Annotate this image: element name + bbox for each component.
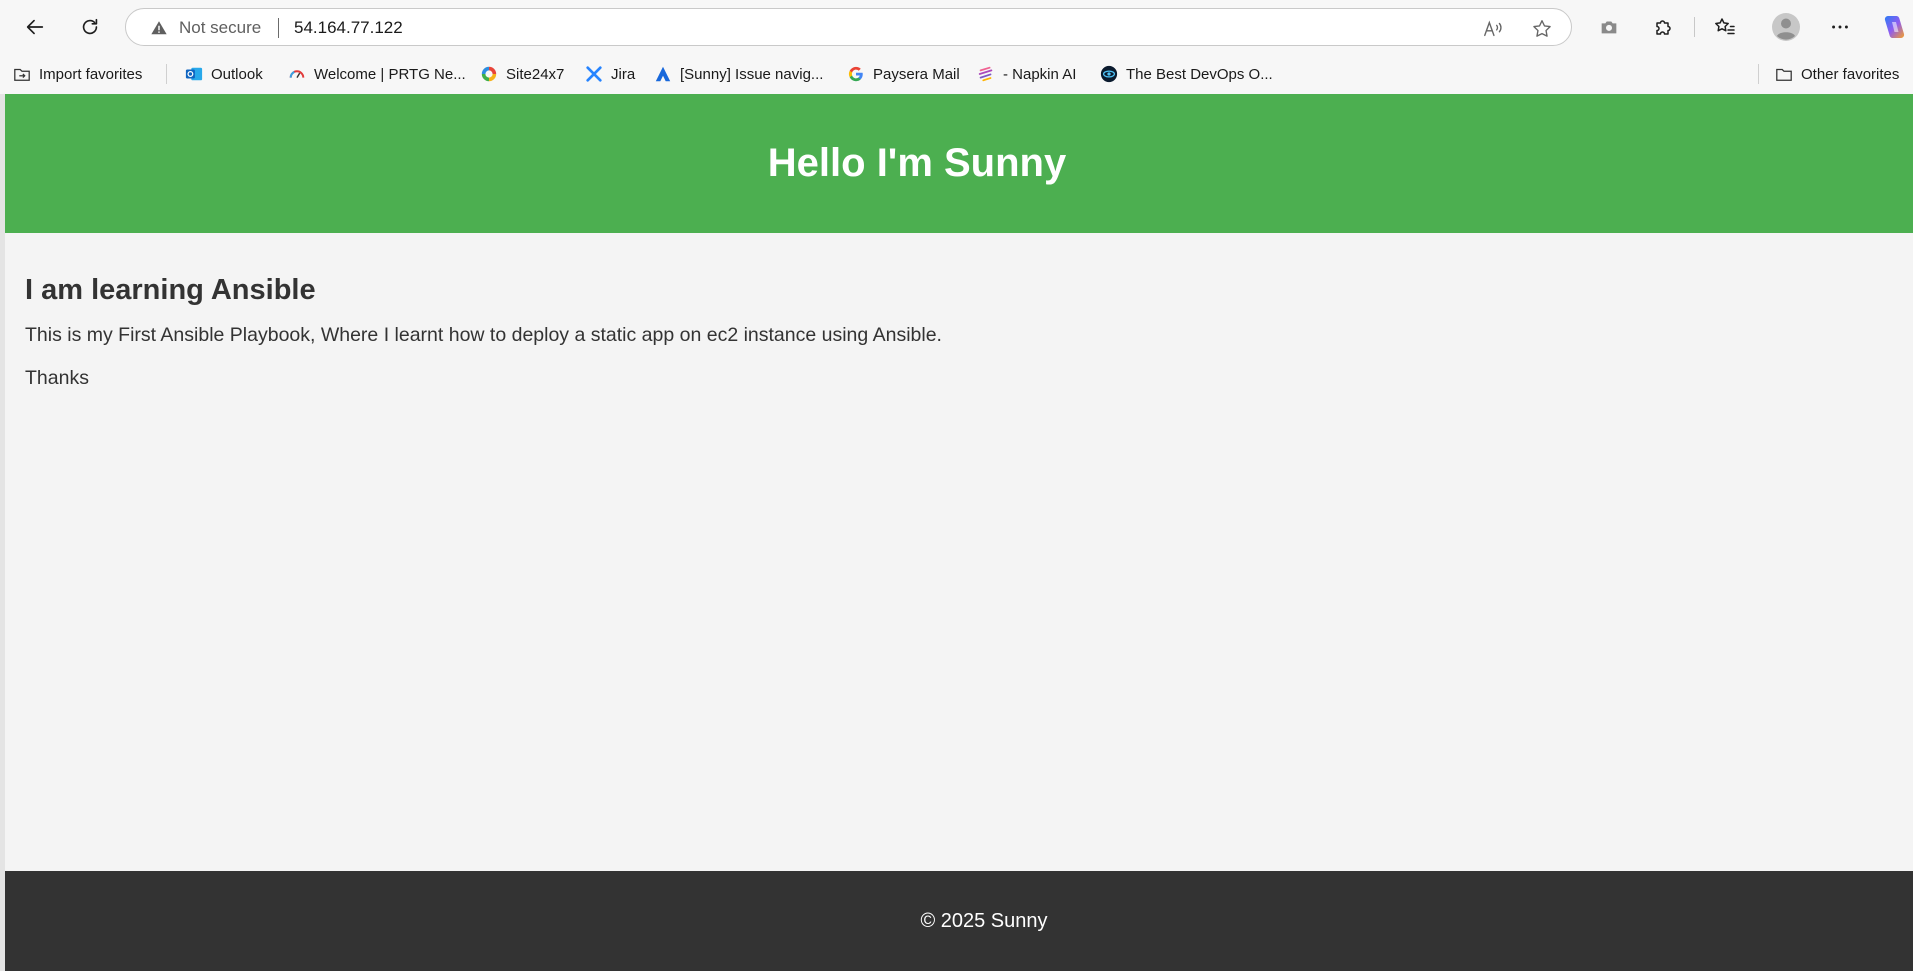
screenshot-button[interactable] [1596, 14, 1622, 40]
page-viewport: Hello I'm Sunny I am learning Ansible Th… [0, 94, 1913, 971]
puzzle-icon [1656, 20, 1671, 35]
favorite-devops[interactable]: The Best DevOps O... [1100, 62, 1273, 86]
camera-icon [1601, 21, 1617, 34]
other-favorites-folder[interactable]: Other favorites [1775, 62, 1899, 86]
copilot-icon [1884, 16, 1905, 38]
content-heading: I am learning Ansible [25, 274, 316, 306]
favorite-paysera-mail[interactable]: Paysera Mail [847, 62, 960, 86]
copilot-button[interactable] [1878, 12, 1908, 42]
napkin-icon [978, 66, 993, 82]
page-header: Hello I'm Sunny [5, 94, 1913, 233]
browser-toolbar: Not secure 54.164.77.122 [0, 0, 1913, 54]
extensions-button[interactable] [1651, 14, 1677, 40]
favorite-import-favorites[interactable]: Import favorites [13, 62, 142, 86]
content-paragraph: This is my First Ansible Playbook, Where… [25, 324, 942, 346]
more-options-icon [1832, 25, 1848, 29]
profile-button[interactable] [1770, 11, 1802, 43]
outlook-icon [185, 67, 203, 81]
warning-icon[interactable] [150, 19, 168, 37]
favorites-list-icon [1715, 18, 1735, 35]
back-arrow-icon [26, 19, 44, 35]
security-status-label[interactable]: Not secure [179, 18, 261, 38]
prtg-icon [289, 70, 305, 78]
read-aloud-icon[interactable] [1482, 18, 1504, 40]
favorites-divider [166, 64, 167, 84]
favorite-prtg[interactable]: Welcome | PRTG Ne... [288, 62, 466, 86]
favorite-label: Outlook [211, 65, 263, 83]
other-favorites-label: Other favorites [1801, 65, 1900, 83]
favorite-site24x7[interactable]: Site24x7 [480, 62, 564, 86]
address-bar[interactable]: Not secure 54.164.77.122 [125, 8, 1572, 46]
favorite-sunny-issue-navigator[interactable]: [Sunny] Issue navig... [654, 62, 823, 86]
avatar-icon [1772, 13, 1800, 41]
import-icon [14, 68, 30, 81]
google-icon [848, 66, 863, 82]
favorites-divider [1758, 64, 1759, 84]
refresh-button[interactable] [72, 9, 108, 45]
address-divider [278, 18, 279, 38]
favorite-label: Paysera Mail [873, 65, 960, 83]
favorite-label: - Napkin AI [1003, 65, 1077, 83]
favorites-button[interactable] [1712, 14, 1738, 40]
favorite-star-icon[interactable] [1531, 18, 1553, 40]
favorite-jira[interactable]: Jira [585, 62, 635, 86]
atlassian-icon [655, 66, 671, 82]
settings-more-button[interactable] [1827, 14, 1853, 40]
content-thanks: Thanks [25, 367, 89, 389]
page-title: Hello I'm Sunny [767, 141, 1067, 185]
devops-icon [1100, 65, 1118, 83]
favorite-napkin-ai[interactable]: - Napkin AI [977, 62, 1076, 86]
main-content: I am learning Ansible This is my First A… [25, 274, 1885, 409]
favorite-label: [Sunny] Issue navig... [680, 65, 824, 83]
toolbar-divider [1694, 17, 1695, 37]
favorite-label: Site24x7 [506, 65, 565, 83]
favorite-label: The Best DevOps O... [1126, 65, 1273, 83]
favorite-label: Jira [611, 65, 636, 83]
refresh-icon [82, 18, 98, 35]
site24x7-icon [481, 66, 497, 82]
favorite-label: Import favorites [39, 65, 143, 83]
favorite-label: Welcome | PRTG Ne... [314, 65, 466, 83]
jira-icon [586, 66, 602, 82]
folder-icon [1776, 68, 1792, 81]
favorite-outlook[interactable]: Outlook [185, 62, 263, 86]
footer-copyright: © 2025 Sunny [920, 909, 1048, 932]
page-footer: © 2025 Sunny [5, 871, 1913, 971]
back-button[interactable] [17, 9, 53, 45]
url-text[interactable]: 54.164.77.122 [294, 18, 403, 38]
